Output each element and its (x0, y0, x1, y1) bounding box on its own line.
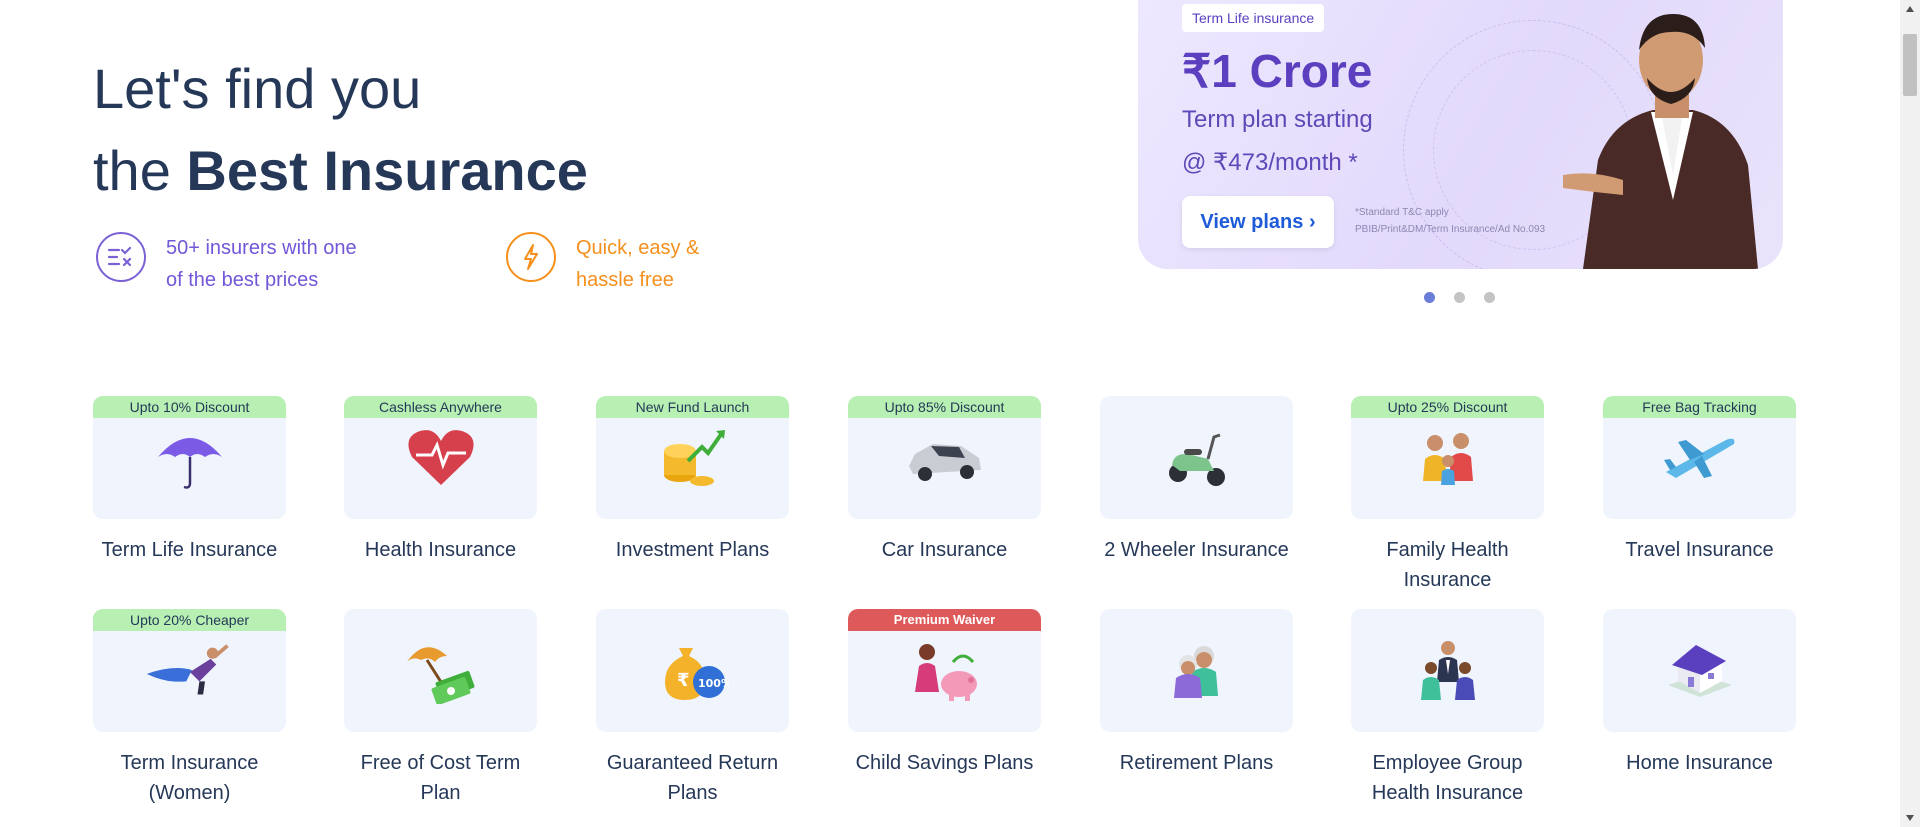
premium-waiver-badge: Premium Waiver (848, 609, 1041, 631)
feature-insurers: 50+ insurers with one of the best prices (96, 232, 357, 296)
product-name[interactable]: Health Insurance (344, 535, 537, 565)
product-car[interactable]: Upto 85% Discount Car Insurance (848, 396, 1041, 565)
superwoman-icon (145, 636, 235, 706)
product-term-life[interactable]: Upto 10% Discount Term Life Insurance (93, 396, 286, 565)
product-investment[interactable]: New Fund Launch Investment Plans (596, 396, 789, 565)
banner-subtitle-2: @ ₹473/month * (1182, 149, 1358, 176)
feature-insurers-line1: 50+ insurers with one (166, 237, 357, 259)
house-icon (1655, 636, 1745, 706)
product-card[interactable] (1351, 609, 1544, 732)
discount-badge: Free Bag Tracking (1603, 396, 1796, 418)
product-name[interactable]: Employee Group Health Insurance (1351, 748, 1544, 808)
product-card[interactable]: Upto 10% Discount (93, 396, 286, 519)
airplane-icon (1655, 423, 1745, 493)
elderly-couple-icon (1152, 636, 1242, 706)
feature-quick-text: Quick, easy & hassle free (576, 232, 699, 296)
page-scrollbar[interactable] (1900, 0, 1920, 827)
product-employee-group[interactable]: Employee Group Health Insurance (1351, 609, 1544, 808)
discount-badge: New Fund Launch (596, 396, 789, 418)
feature-insurers-text: 50+ insurers with one of the best prices (166, 232, 357, 296)
view-plans-button[interactable]: View plans › (1182, 196, 1334, 248)
product-child-savings[interactable]: Premium Waiver Child Savings Plans (848, 609, 1041, 778)
family-icon (1403, 423, 1493, 493)
umbrella-icon (145, 423, 235, 493)
car-icon (900, 423, 990, 493)
feature-quick-line1: Quick, easy & (576, 237, 700, 259)
product-home[interactable]: Home Insurance (1603, 609, 1796, 778)
heart-pulse-icon (396, 423, 486, 493)
scrollbar-thumb[interactable] (1903, 34, 1917, 96)
product-card[interactable]: Upto 25% Discount (1351, 396, 1544, 519)
lightning-icon (506, 232, 556, 282)
product-card[interactable] (1603, 609, 1796, 732)
product-card[interactable]: Cashless Anywhere (344, 396, 537, 519)
scooter-icon (1152, 423, 1242, 493)
discount-badge: Upto 20% Cheaper (93, 609, 286, 631)
product-card[interactable]: New Fund Launch (596, 396, 789, 519)
product-name[interactable]: Guaranteed Return Plans (596, 748, 789, 808)
product-name[interactable]: 2 Wheeler Insurance (1100, 535, 1293, 565)
product-card[interactable]: Free Bag Tracking (1603, 396, 1796, 519)
product-two-wheeler[interactable]: 2 Wheeler Insurance (1100, 396, 1293, 565)
coins-growth-icon (648, 423, 738, 493)
product-free-term[interactable]: Free of Cost Term Plan (344, 609, 537, 808)
banner-price: ₹1 Crore (1182, 45, 1373, 97)
banner-tag: Term Life insurance (1182, 4, 1325, 32)
product-name[interactable]: Term Insurance (Women) (93, 748, 286, 808)
product-name[interactable]: Travel Insurance (1603, 535, 1796, 565)
carousel-dot-2[interactable] (1454, 292, 1465, 303)
product-card[interactable] (1100, 609, 1293, 732)
scroll-down-icon[interactable] (1906, 815, 1914, 821)
piggy-bank-icon (900, 636, 990, 706)
banner-subtitle-1: Term plan starting (1182, 106, 1373, 133)
product-card[interactable] (1100, 396, 1293, 519)
carousel-dot-1[interactable] (1424, 292, 1435, 303)
scroll-up-icon[interactable] (1906, 6, 1914, 12)
hero-line-1: Let's find you (93, 57, 422, 120)
svg-text:100%: 100% (698, 677, 729, 690)
product-retirement[interactable]: Retirement Plans (1100, 609, 1293, 778)
hero-title: Let's find you the Best Insurance (93, 48, 588, 212)
svg-text:₹: ₹ (677, 670, 690, 691)
discount-badge: Upto 10% Discount (93, 396, 286, 418)
banner-disclaimer: *Standard T&C apply (1355, 207, 1449, 218)
carousel-dots (1424, 292, 1495, 303)
promo-banner[interactable]: Term Life insurance ₹1 Crore Term plan s… (1138, 0, 1783, 269)
carousel-dot-3[interactable] (1484, 292, 1495, 303)
hero-line-2: the Best Insurance (93, 130, 588, 212)
product-name[interactable]: Retirement Plans (1100, 748, 1293, 778)
product-name[interactable]: Free of Cost Term Plan (344, 748, 537, 808)
product-name[interactable]: Car Insurance (848, 535, 1041, 565)
product-card[interactable]: Premium Waiver (848, 609, 1041, 732)
product-card[interactable]: Upto 85% Discount (848, 396, 1041, 519)
discount-badge: Upto 25% Discount (1351, 396, 1544, 418)
product-card[interactable] (344, 609, 537, 732)
product-card[interactable]: Upto 20% Cheaper (93, 609, 286, 732)
banner-ad-number: PBIB/Print&DM/Term Insurance/Ad No.093 (1355, 224, 1546, 235)
feature-quick-line2: hassle free (576, 269, 674, 291)
product-name[interactable]: Family Health Insurance (1351, 535, 1544, 595)
product-health[interactable]: Cashless Anywhere Health Insurance (344, 396, 537, 565)
discount-badge: Upto 85% Discount (848, 396, 1041, 418)
compare-list-icon (96, 232, 146, 282)
product-term-women[interactable]: Upto 20% Cheaper Term Insurance (Women) (93, 609, 286, 808)
product-name[interactable]: Child Savings Plans (848, 748, 1041, 778)
ambassador-image (1563, 14, 1758, 269)
discount-badge: Cashless Anywhere (344, 396, 537, 418)
product-travel[interactable]: Free Bag Tracking Travel Insurance (1603, 396, 1796, 565)
feature-insurers-line2: of the best prices (166, 269, 319, 291)
hero-line-2-bold: Best Insurance (186, 139, 588, 202)
product-card[interactable]: ₹100% (596, 609, 789, 732)
employees-icon (1403, 636, 1493, 706)
product-name[interactable]: Home Insurance (1603, 748, 1796, 778)
product-name[interactable]: Term Life Insurance (93, 535, 286, 565)
product-name[interactable]: Investment Plans (596, 535, 789, 565)
product-guaranteed-return[interactable]: ₹100% Guaranteed Return Plans (596, 609, 789, 808)
feature-quick: Quick, easy & hassle free (506, 232, 699, 296)
hero-line-2-prefix: the (93, 139, 187, 202)
product-family-health[interactable]: Upto 25% Discount Family Health Insuranc… (1351, 396, 1544, 595)
umbrella-cash-icon (396, 636, 486, 706)
money-bag-icon: ₹100% (648, 636, 738, 706)
